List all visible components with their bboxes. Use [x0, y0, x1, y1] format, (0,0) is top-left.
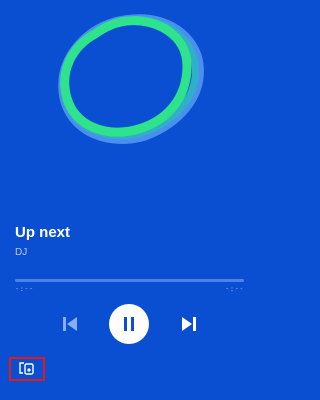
previous-button[interactable]	[59, 313, 81, 335]
skip-previous-icon	[63, 317, 77, 331]
connect-devices-icon	[19, 362, 34, 375]
track-title[interactable]: Up next	[15, 224, 70, 242]
track-info: Up next DJ	[15, 224, 70, 259]
remaining-time: -:--	[225, 285, 244, 293]
pause-icon	[124, 317, 134, 331]
next-button[interactable]	[178, 313, 200, 335]
progress-bar[interactable]	[15, 279, 244, 282]
skip-next-icon	[182, 317, 196, 331]
elapsed-time: -:--	[15, 285, 34, 293]
connect-devices-button[interactable]	[9, 357, 45, 381]
dj-ring-artwork	[58, 14, 204, 144]
track-artist[interactable]: DJ	[15, 247, 70, 259]
album-artwork	[55, 12, 207, 146]
pause-button[interactable]	[109, 304, 149, 344]
